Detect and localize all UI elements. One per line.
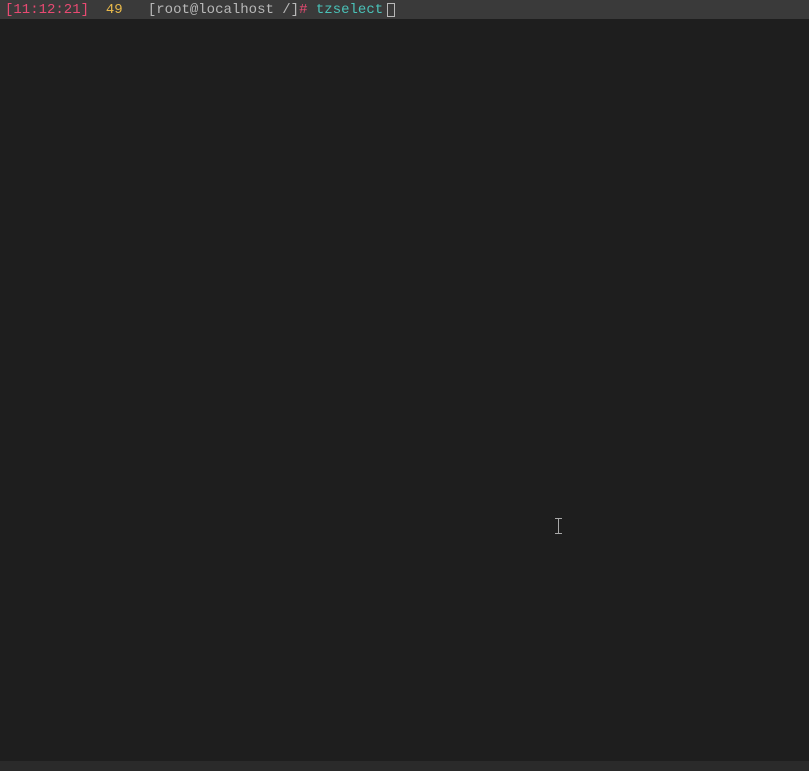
prompt-line: [11:12:21] 49 [root@localhost /]# tzsele… bbox=[0, 0, 809, 19]
terminal-body[interactable] bbox=[0, 19, 809, 761]
timestamp: [11:12:21] bbox=[5, 2, 89, 18]
user-host-path: [root@localhost /] bbox=[148, 2, 299, 18]
command-text: tzselect bbox=[316, 2, 383, 18]
terminal-container[interactable]: [11:12:21] 49 [root@localhost /]# tzsele… bbox=[0, 0, 809, 771]
prompt-hash: # bbox=[299, 2, 307, 18]
text-cursor-icon bbox=[558, 518, 559, 534]
history-number: 49 bbox=[106, 2, 123, 18]
bottom-bar bbox=[0, 761, 809, 771]
cursor-block-icon bbox=[387, 3, 395, 17]
